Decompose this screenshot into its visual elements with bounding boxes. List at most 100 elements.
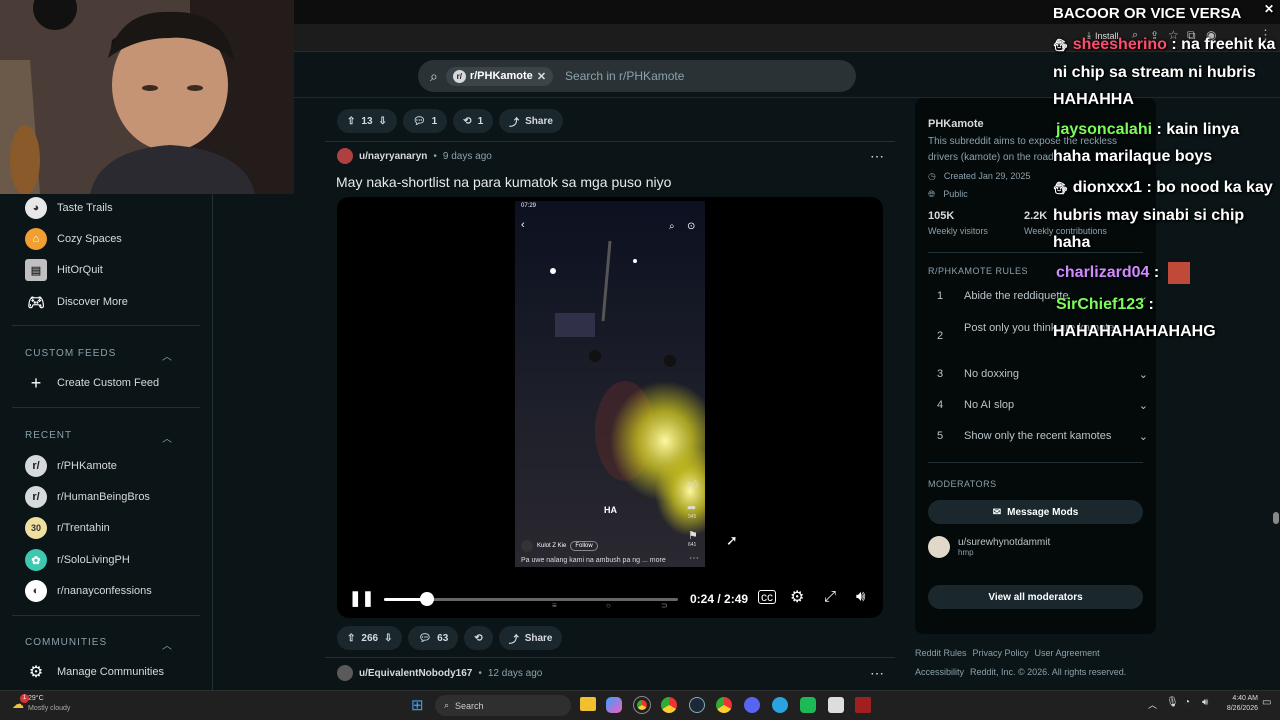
sidebar-item-nanayconfessions[interactable]: ◐ r/nanayconfessions: [25, 580, 152, 602]
sidebar-item-trentahin[interactable]: 30 r/Trentahin: [25, 517, 110, 539]
taskbar-search[interactable]: ⌕ Search: [435, 695, 571, 716]
android-nav-menu-icon: ≡: [552, 601, 557, 610]
copilot-icon[interactable]: [606, 697, 622, 713]
share-button[interactable]: ⤴ Share: [499, 109, 563, 133]
search-icon: ⌕: [444, 700, 450, 710]
discord-icon[interactable]: [744, 697, 760, 713]
tiktok-avatar: [521, 540, 533, 552]
chevron-down-icon: ⌄: [1138, 369, 1148, 381]
post-author[interactable]: u/EquivalentNobody167: [359, 668, 472, 679]
footer-link[interactable]: Privacy Policy: [973, 648, 1029, 658]
downvote-icon[interactable]: ⇩: [379, 116, 387, 127]
search-input[interactable]: Search in r/PHKamote: [565, 69, 684, 83]
visitors-label: Weekly visitors: [928, 226, 988, 236]
sidebar-item-hitorquit[interactable]: ▤ HitOrQuit: [25, 259, 103, 281]
save-bookmark-icon: ⚑: [688, 530, 698, 542]
sidebar-item-humanbeingbros[interactable]: r/ r/HumanBeingBros: [25, 486, 150, 508]
file-explorer-icon[interactable]: [580, 697, 596, 711]
vote-control[interactable]: ⇧ 266 ⇩: [337, 626, 403, 650]
pause-icon[interactable]: ❚❚: [349, 589, 374, 607]
share-button[interactable]: ⤴ Share: [498, 626, 563, 650]
custom-feeds-header[interactable]: CUSTOM FEEDS ︿: [25, 348, 173, 363]
sidebar-item-taste-trails[interactable]: ◕ Taste Trails: [25, 197, 113, 219]
video-description: Pa uwe nalang kami na ambush pa ng ... m…: [521, 557, 666, 564]
view-all-moderators-button[interactable]: View all moderators: [928, 585, 1143, 609]
dota-icon[interactable]: [855, 697, 871, 713]
footer-links-2: Accessibility Reddit, Inc. © 2026. All r…: [915, 667, 1126, 677]
streamer-webcam-image: [0, 0, 294, 194]
upvote-icon[interactable]: ⇧: [347, 633, 355, 644]
captions-icon[interactable]: cc: [758, 590, 776, 604]
footer-link[interactable]: Accessibility: [915, 667, 964, 677]
app-icon[interactable]: [828, 697, 844, 713]
post-title[interactable]: May naka-shortlist na para kumatok sa mg…: [336, 174, 671, 190]
fullscreen-icon[interactable]: ⤢: [824, 588, 836, 605]
upvote-icon[interactable]: ⇧: [347, 116, 355, 127]
notification-icon[interactable]: ▭: [1262, 697, 1271, 708]
moderator-row[interactable]: u/surewhynotdammit hmp: [928, 536, 1050, 558]
sidebar-item-sololivingph[interactable]: ✿ r/SoloLivingPH: [25, 549, 130, 571]
rule-item[interactable]: 3 No doxxing ⌄: [928, 368, 1148, 381]
progress-knob[interactable]: [419, 592, 434, 606]
sidebar-item-cozy-spaces[interactable]: ⌂ Cozy Spaces: [25, 228, 122, 250]
message-mods-button[interactable]: ✉ Message Mods: [928, 500, 1143, 524]
post-options-icon[interactable]: ⋯: [870, 148, 884, 165]
copyright: Reddit, Inc. © 2026. All rights reserved…: [970, 667, 1127, 677]
downvote-icon[interactable]: ⇩: [384, 633, 392, 644]
crosspost-button[interactable]: ⟲ 1: [453, 109, 494, 133]
volume-icon[interactable]: 🔊︎: [1202, 697, 1208, 708]
close-icon[interactable]: ✕: [1264, 2, 1274, 16]
tray-chevron-icon[interactable]: ︿: [1148, 698, 1157, 711]
chrome-icon[interactable]: [661, 697, 677, 713]
post-author[interactable]: u/nayryanaryn: [359, 151, 427, 162]
page-scrollbar[interactable]: [1273, 512, 1279, 524]
telegram-icon[interactable]: [772, 697, 788, 713]
chevron-up-icon: ︿: [162, 434, 173, 445]
post-options-icon[interactable]: ⋯: [870, 665, 884, 682]
comment-icon: 💬︎: [412, 115, 426, 127]
create-custom-feed-button[interactable]: + Create Custom Feed: [25, 372, 159, 394]
recent-header[interactable]: RECENT ︿: [25, 430, 173, 445]
sidebar-item-phkamote[interactable]: r/ r/PHKamote: [25, 455, 117, 477]
footer-link[interactable]: User Agreement: [1035, 648, 1100, 658]
chat-username: sheesherino: [1072, 36, 1167, 53]
obs-app-icon[interactable]: [800, 697, 816, 713]
chat-message: 🧙︎ dionxxx1 : bo nood ka kay hubris may …: [1053, 174, 1280, 256]
windows-taskbar: ☁ 29°C Mostly cloudy 1 ⊞ ⌕ Search ︿ 🎙︎ ◔…: [0, 690, 1280, 720]
chip-close-icon[interactable]: ✕: [537, 70, 546, 83]
search-bar[interactable]: ⌕ r/ r/PHKamote ✕ Search in r/PHKamote: [418, 60, 856, 92]
manage-communities-button[interactable]: ⚙ Manage Communities: [25, 661, 164, 683]
share-icon: ⤴: [508, 634, 519, 646]
meta-dot: •: [433, 150, 437, 162]
moderator-flair: hmp: [958, 548, 974, 557]
steam-icon[interactable]: [689, 697, 705, 713]
rule-item[interactable]: 5 Show only the recent kamotes ⌄: [928, 430, 1148, 443]
community-chip[interactable]: r/ r/PHKamote ✕: [445, 66, 554, 86]
rule-item[interactable]: 4 No AI slop ⌄: [928, 399, 1148, 412]
crosspost-button[interactable]: ⟲: [464, 626, 493, 650]
comments-button[interactable]: 💬︎ 1: [402, 109, 448, 133]
communities-header[interactable]: COMMUNITIES ︿: [25, 637, 173, 652]
vote-control[interactable]: ⇧ 13 ⇩: [337, 109, 397, 133]
author-avatar[interactable]: [337, 665, 353, 681]
comments-button[interactable]: 💬︎ 63: [408, 626, 459, 650]
divider: [12, 407, 200, 408]
progress-track[interactable]: [384, 592, 678, 606]
footer-link[interactable]: Reddit Rules: [915, 648, 967, 658]
globe-icon: 🌐︎: [928, 189, 936, 199]
chrome-icon[interactable]: [633, 696, 651, 714]
settings-gear-icon[interactable]: ⚙: [790, 587, 804, 607]
mic-icon[interactable]: 🎙︎: [1166, 697, 1179, 708]
clock[interactable]: 4:40 AM 8/26/2026: [1220, 694, 1258, 714]
sidebar-item-discover-more[interactable]: 🎮︎ Discover More: [25, 291, 128, 313]
author-avatar[interactable]: [337, 148, 353, 164]
wifi-icon[interactable]: ◔: [1184, 697, 1190, 708]
plus-icon: +: [30, 372, 42, 393]
volume-icon[interactable]: 🔊︎: [856, 588, 865, 605]
windows-start-icon[interactable]: ⊞: [411, 696, 424, 714]
video-player[interactable]: 07:29 ‹ ⌕ ⊙ HA 👍︎ ➦ 945 ⚑ 641 Kulot Z Ki…: [337, 197, 883, 618]
mouse-cursor-icon: ➚: [726, 532, 738, 548]
weather-temp: 29°C: [28, 695, 44, 702]
divider: [12, 325, 200, 326]
chrome-icon[interactable]: [716, 697, 732, 713]
